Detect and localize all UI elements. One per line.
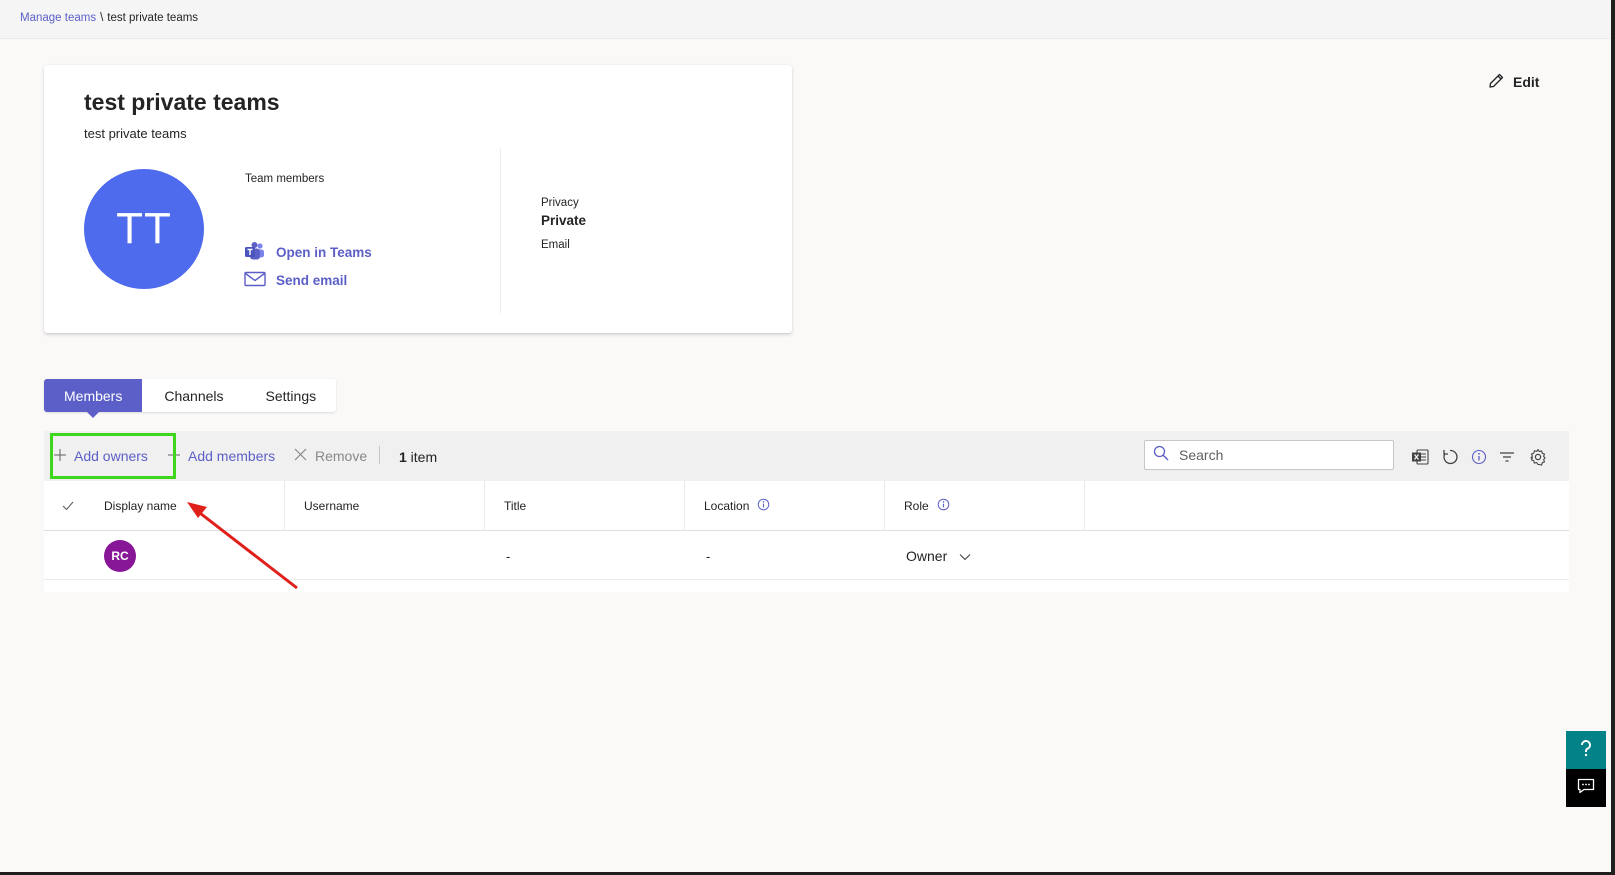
help-button[interactable] — [1566, 731, 1606, 769]
item-count-number: 1 — [399, 449, 407, 465]
role-value: Owner — [906, 548, 948, 564]
column-header-role[interactable]: Role — [904, 481, 950, 531]
role-dropdown[interactable]: Owner — [906, 548, 971, 564]
toolbar-separator — [379, 446, 380, 464]
column-header-title[interactable]: Title — [504, 481, 526, 531]
display-name-cell: RC — [104, 532, 136, 580]
item-count-suffix: item — [406, 449, 438, 465]
remove-button[interactable]: Remove — [294, 448, 367, 464]
close-icon — [294, 448, 307, 464]
column-resizer[interactable] — [684, 481, 685, 531]
members-table: Display name Username Title Location Rol… — [44, 481, 1569, 592]
email-label: Email — [541, 239, 570, 251]
column-header-label: Username — [304, 499, 360, 513]
column-resizer[interactable] — [284, 481, 285, 531]
edit-label: Edit — [1513, 74, 1540, 90]
edit-button[interactable]: Edit — [1488, 72, 1539, 92]
send-email-link[interactable]: Send email — [244, 271, 347, 290]
search-box[interactable] — [1144, 440, 1394, 470]
gear-icon[interactable] — [1528, 447, 1548, 467]
avatar: RC — [104, 540, 136, 572]
team-avatar: TT — [84, 169, 204, 289]
breadcrumb-separator: \ — [100, 12, 104, 24]
team-name: test private teams — [84, 89, 280, 115]
refresh-icon[interactable] — [1440, 447, 1460, 467]
tab-bar: Members Channels Settings — [44, 379, 337, 418]
table-header: Display name Username Title Location Rol… — [44, 481, 1569, 531]
column-header-label: Location — [704, 499, 750, 513]
feedback-icon — [1577, 778, 1595, 799]
select-all-checkbox[interactable] — [62, 481, 74, 531]
open-in-teams-link[interactable]: Open in Teams — [244, 241, 372, 264]
teams-logo-icon — [244, 241, 266, 264]
info-icon[interactable] — [757, 498, 770, 514]
role-cell: Owner — [906, 532, 971, 580]
search-icon — [1153, 445, 1169, 466]
add-members-label: Add members — [188, 448, 276, 464]
info-icon[interactable] — [1469, 447, 1489, 467]
column-header-display-name[interactable]: Display name — [104, 481, 177, 531]
feedback-button[interactable] — [1566, 769, 1606, 807]
location-cell: - — [706, 548, 711, 564]
column-header-label: Role — [904, 499, 929, 513]
breadcrumb-manage-teams-link[interactable]: Manage teams — [20, 12, 96, 24]
pencil-icon — [1488, 72, 1505, 92]
tab-channels[interactable]: Channels — [142, 379, 245, 412]
breadcrumb-current: test private teams — [107, 12, 199, 24]
add-members-button[interactable]: Add members — [168, 448, 275, 464]
open-in-teams-label: Open in Teams — [276, 245, 372, 260]
privacy-value: Private — [541, 213, 587, 228]
info-icon[interactable] — [937, 498, 950, 514]
team-info-card: test private teams test private teams TT… — [44, 65, 792, 333]
column-header-label: Display name — [104, 499, 177, 513]
privacy-label: Privacy — [541, 197, 579, 209]
top-bar: Manage teams \ test private teams — [0, 0, 1611, 39]
chevron-down-icon — [959, 548, 971, 564]
team-description: test private teams — [84, 126, 187, 141]
remove-label: Remove — [315, 448, 368, 464]
breadcrumb: Manage teams \ test private teams — [20, 12, 198, 24]
search-input[interactable] — [1177, 446, 1377, 464]
column-header-location[interactable]: Location — [704, 481, 770, 531]
add-owners-highlight-box — [50, 433, 176, 479]
mail-icon — [244, 271, 266, 290]
column-header-username[interactable]: Username — [304, 481, 359, 531]
column-resizer[interactable] — [884, 481, 885, 531]
help-icon — [1578, 739, 1594, 762]
excel-export-icon[interactable] — [1410, 447, 1430, 467]
tab-members[interactable]: Members — [44, 379, 143, 418]
title-cell: - — [506, 548, 511, 564]
column-resizer[interactable] — [1084, 481, 1085, 531]
table-row[interactable]: RC - - Owner — [44, 532, 1569, 580]
send-email-label: Send email — [276, 273, 348, 288]
tab-settings[interactable]: Settings — [246, 379, 337, 412]
team-members-label: Team members — [245, 173, 325, 185]
column-header-label: Title — [504, 499, 527, 513]
item-count: 1 item — [399, 449, 437, 465]
column-resizer[interactable] — [484, 481, 485, 531]
filter-icon[interactable] — [1497, 447, 1517, 467]
card-divider — [500, 149, 501, 313]
